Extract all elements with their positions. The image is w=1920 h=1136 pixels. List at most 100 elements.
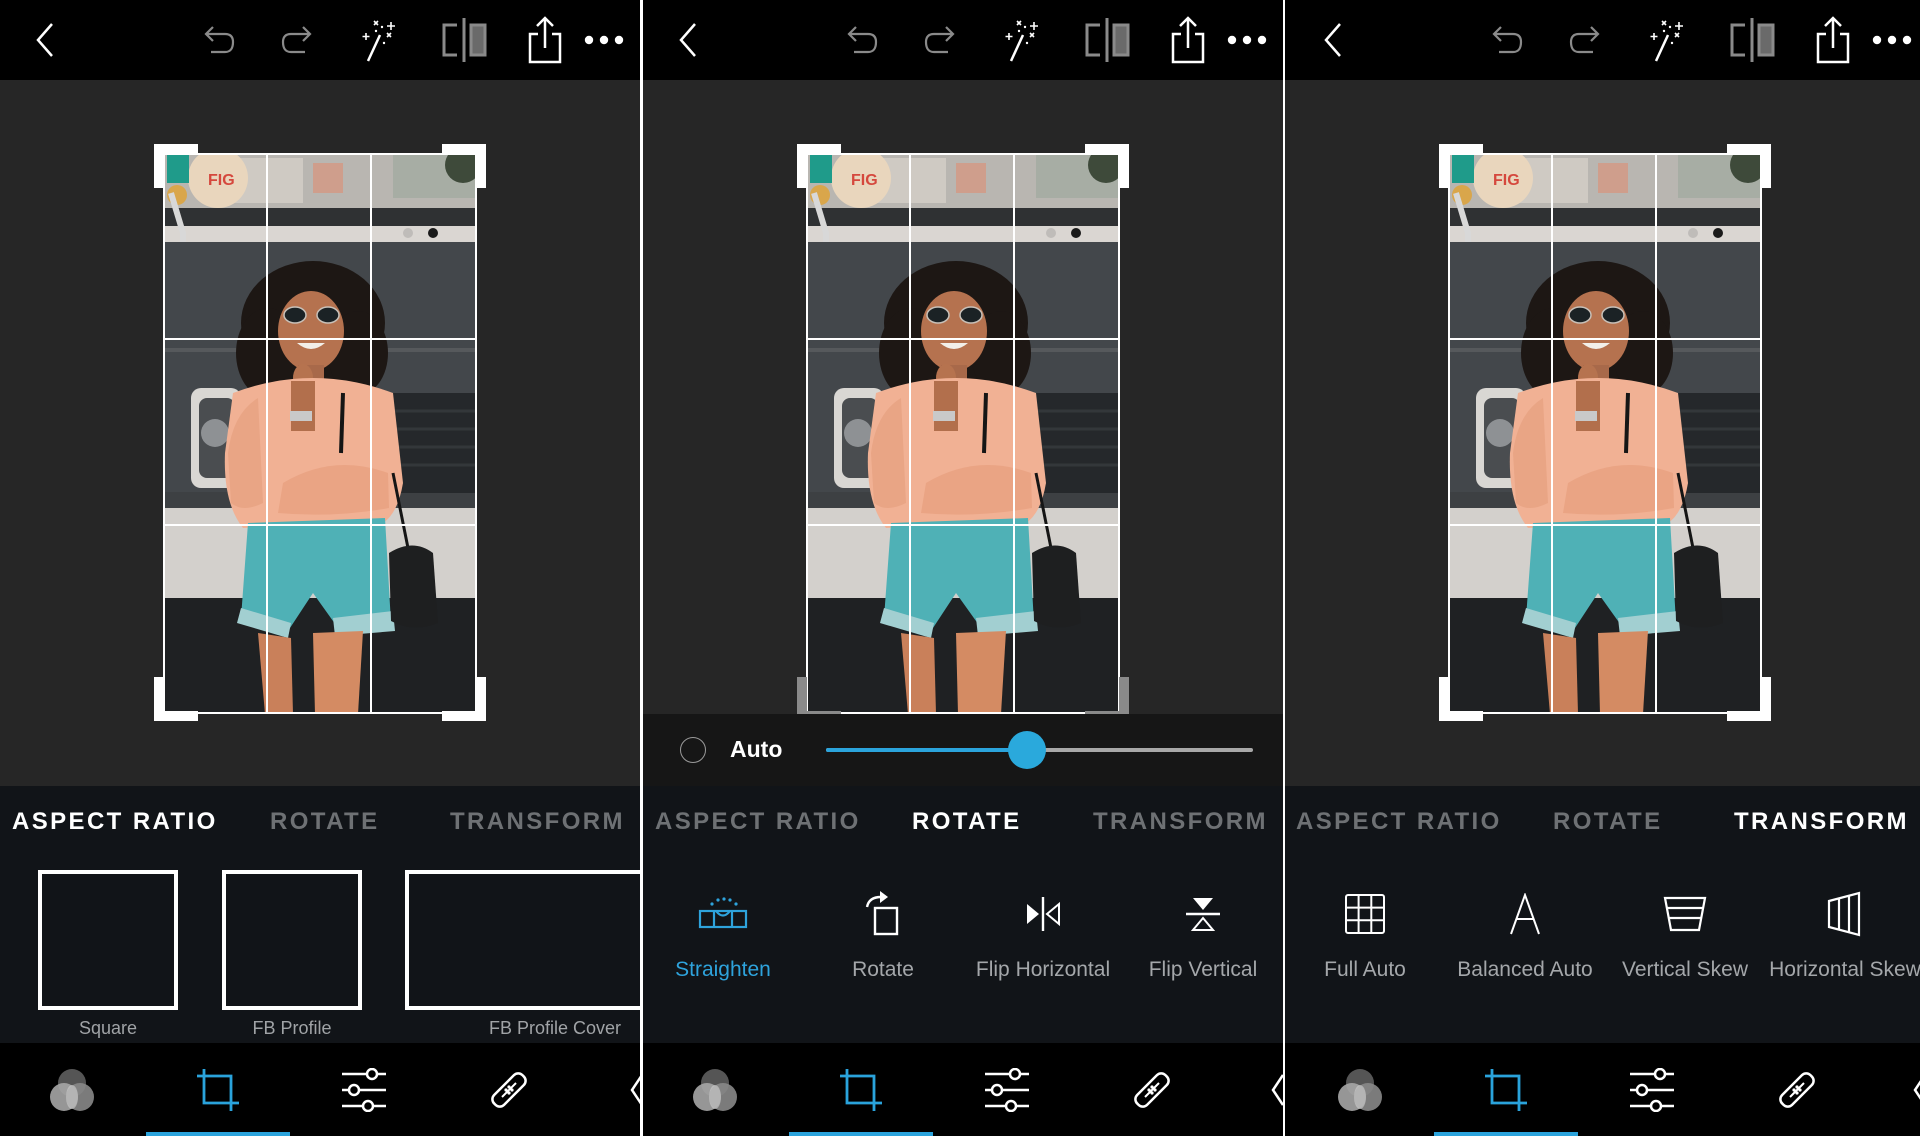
crop-handle-bottom-left[interactable] [1439, 677, 1483, 721]
full-auto-grid-icon [1337, 886, 1393, 942]
photo-image [806, 153, 1120, 714]
straighten-level-icon [695, 886, 751, 942]
share-icon[interactable] [1815, 14, 1851, 66]
crop-tabs: ASPECT RATIO ROTATE TRANSFORM [0, 786, 640, 856]
heal-icon[interactable] [437, 1043, 581, 1136]
crop-icon[interactable] [146, 1043, 290, 1136]
crop-tool-panel: ASPECT RATIO ROTATE TRANSFORM Full Auto … [1285, 786, 1920, 1043]
photo[interactable] [163, 153, 477, 714]
looks-icon[interactable] [1288, 1043, 1432, 1136]
heal-icon[interactable] [1725, 1043, 1869, 1136]
active-nav-indicator [789, 1132, 933, 1136]
tool-label: Horizontal Skew [1769, 958, 1920, 981]
tool-flip-horizontal[interactable]: Flip Horizontal [963, 886, 1123, 1026]
looks-icon[interactable] [643, 1043, 787, 1136]
undo-icon[interactable] [200, 14, 240, 66]
share-icon[interactable] [527, 14, 563, 66]
auto-straighten-radio[interactable] [680, 737, 706, 763]
photo-canvas[interactable] [0, 80, 640, 786]
auto-enhance-wand-icon[interactable] [1648, 14, 1692, 66]
tab-aspect-ratio[interactable]: ASPECT RATIO [1296, 808, 1502, 836]
crop-handle-top-right[interactable] [442, 144, 486, 188]
tab-transform[interactable]: TRANSFORM [450, 808, 625, 836]
back-icon[interactable] [1318, 14, 1348, 66]
before-after-compare-icon[interactable] [1728, 14, 1778, 66]
tab-rotate[interactable]: ROTATE [270, 808, 380, 836]
tool-straighten[interactable]: Straighten [643, 886, 803, 1026]
bottom-nav [643, 1043, 1283, 1136]
crop-handle-top-right[interactable] [1727, 144, 1771, 188]
tab-rotate[interactable]: ROTATE [912, 808, 1022, 836]
before-after-compare-icon[interactable] [440, 14, 490, 66]
photo[interactable] [806, 153, 1120, 714]
ratio-fb-profile-preview [222, 870, 362, 1010]
redo-icon[interactable] [276, 14, 316, 66]
photo-canvas[interactable] [1285, 80, 1920, 786]
more-tools-icon[interactable] [630, 1073, 640, 1107]
more-icon[interactable] [1872, 14, 1912, 66]
undo-icon[interactable] [1488, 14, 1528, 66]
straighten-slider[interactable] [826, 731, 1253, 769]
looks-icon[interactable] [0, 1043, 144, 1136]
tab-transform[interactable]: TRANSFORM [1734, 808, 1909, 836]
crop-handle-bottom-right[interactable] [442, 677, 486, 721]
photo[interactable] [1448, 153, 1762, 714]
adjustments-icon[interactable] [1580, 1043, 1724, 1136]
slider-knob[interactable] [1007, 731, 1046, 769]
share-icon[interactable] [1170, 14, 1206, 66]
tool-label: Rotate [852, 958, 914, 981]
auto-enhance-wand-icon[interactable] [1003, 14, 1047, 66]
before-after-compare-icon[interactable] [1083, 14, 1133, 66]
tool-full-auto[interactable]: Full Auto [1285, 886, 1445, 1026]
tool-horizontal-skew[interactable]: Horizontal Skew [1765, 886, 1920, 1026]
back-icon[interactable] [673, 14, 703, 66]
tool-label: Full Auto [1324, 958, 1406, 981]
crop-grid-line [163, 338, 477, 340]
crop-handle-bottom-left[interactable] [154, 677, 198, 721]
ratio-label: FB Profile [252, 1018, 332, 1038]
more-tools-icon[interactable] [1913, 1073, 1920, 1107]
redo-icon[interactable] [919, 14, 959, 66]
heal-icon[interactable] [1080, 1043, 1224, 1136]
crop-handle-top-left[interactable] [154, 144, 198, 188]
crop-handle-bottom-right[interactable] [1727, 677, 1771, 721]
editor-screen-aspect-ratio: ASPECT RATIO ROTATE TRANSFORM Square FB … [0, 0, 640, 1136]
crop-icon[interactable] [1434, 1043, 1578, 1136]
crop-handle-top-right[interactable] [1085, 144, 1129, 188]
photo-canvas[interactable] [643, 80, 1283, 786]
more-icon[interactable] [1227, 14, 1267, 66]
undo-icon[interactable] [843, 14, 883, 66]
tool-flip-vertical[interactable]: Flip Vertical [1123, 886, 1283, 1026]
crop-handle-top-left[interactable] [1439, 144, 1483, 188]
back-icon[interactable] [30, 14, 60, 66]
adjustments-icon[interactable] [935, 1043, 1079, 1136]
tab-transform[interactable]: TRANSFORM [1093, 808, 1268, 836]
more-tools-icon[interactable] [1271, 1073, 1283, 1107]
tool-label: Flip Vertical [1148, 958, 1258, 981]
crop-icon[interactable] [789, 1043, 933, 1136]
ratio-label: Square [78, 1018, 138, 1038]
ratio-square-preview [38, 870, 178, 1010]
crop-handle-top-left[interactable] [797, 144, 841, 188]
editor-screen-rotate: Auto ASPECT RATIO ROTATE TRANSFORM Strai… [643, 0, 1283, 1136]
more-icon[interactable] [584, 14, 624, 66]
redo-icon[interactable] [1564, 14, 1604, 66]
tool-balanced-auto[interactable]: Balanced Auto [1445, 886, 1605, 1026]
tool-vertical-skew[interactable]: Vertical Skew [1605, 886, 1765, 1026]
tool-rotate[interactable]: Rotate [803, 886, 963, 1026]
crop-tool-panel: ASPECT RATIO ROTATE TRANSFORM Square FB … [0, 786, 640, 1043]
tool-label: Balanced Auto [1457, 958, 1593, 981]
adjustments-icon[interactable] [292, 1043, 436, 1136]
crop-grid-line [1448, 524, 1762, 526]
tab-rotate[interactable]: ROTATE [1553, 808, 1663, 836]
tab-aspect-ratio[interactable]: ASPECT RATIO [655, 808, 861, 836]
crop-grid-line [266, 153, 268, 714]
tab-aspect-ratio[interactable]: ASPECT RATIO [12, 808, 218, 836]
photo-image [163, 153, 477, 714]
slider-fill [826, 748, 1027, 752]
auto-enhance-wand-icon[interactable] [360, 14, 404, 66]
crop-grid-line [1448, 338, 1762, 340]
top-toolbar [643, 0, 1283, 80]
flip-vertical-icon [1175, 886, 1231, 942]
photo-image [1448, 153, 1762, 714]
